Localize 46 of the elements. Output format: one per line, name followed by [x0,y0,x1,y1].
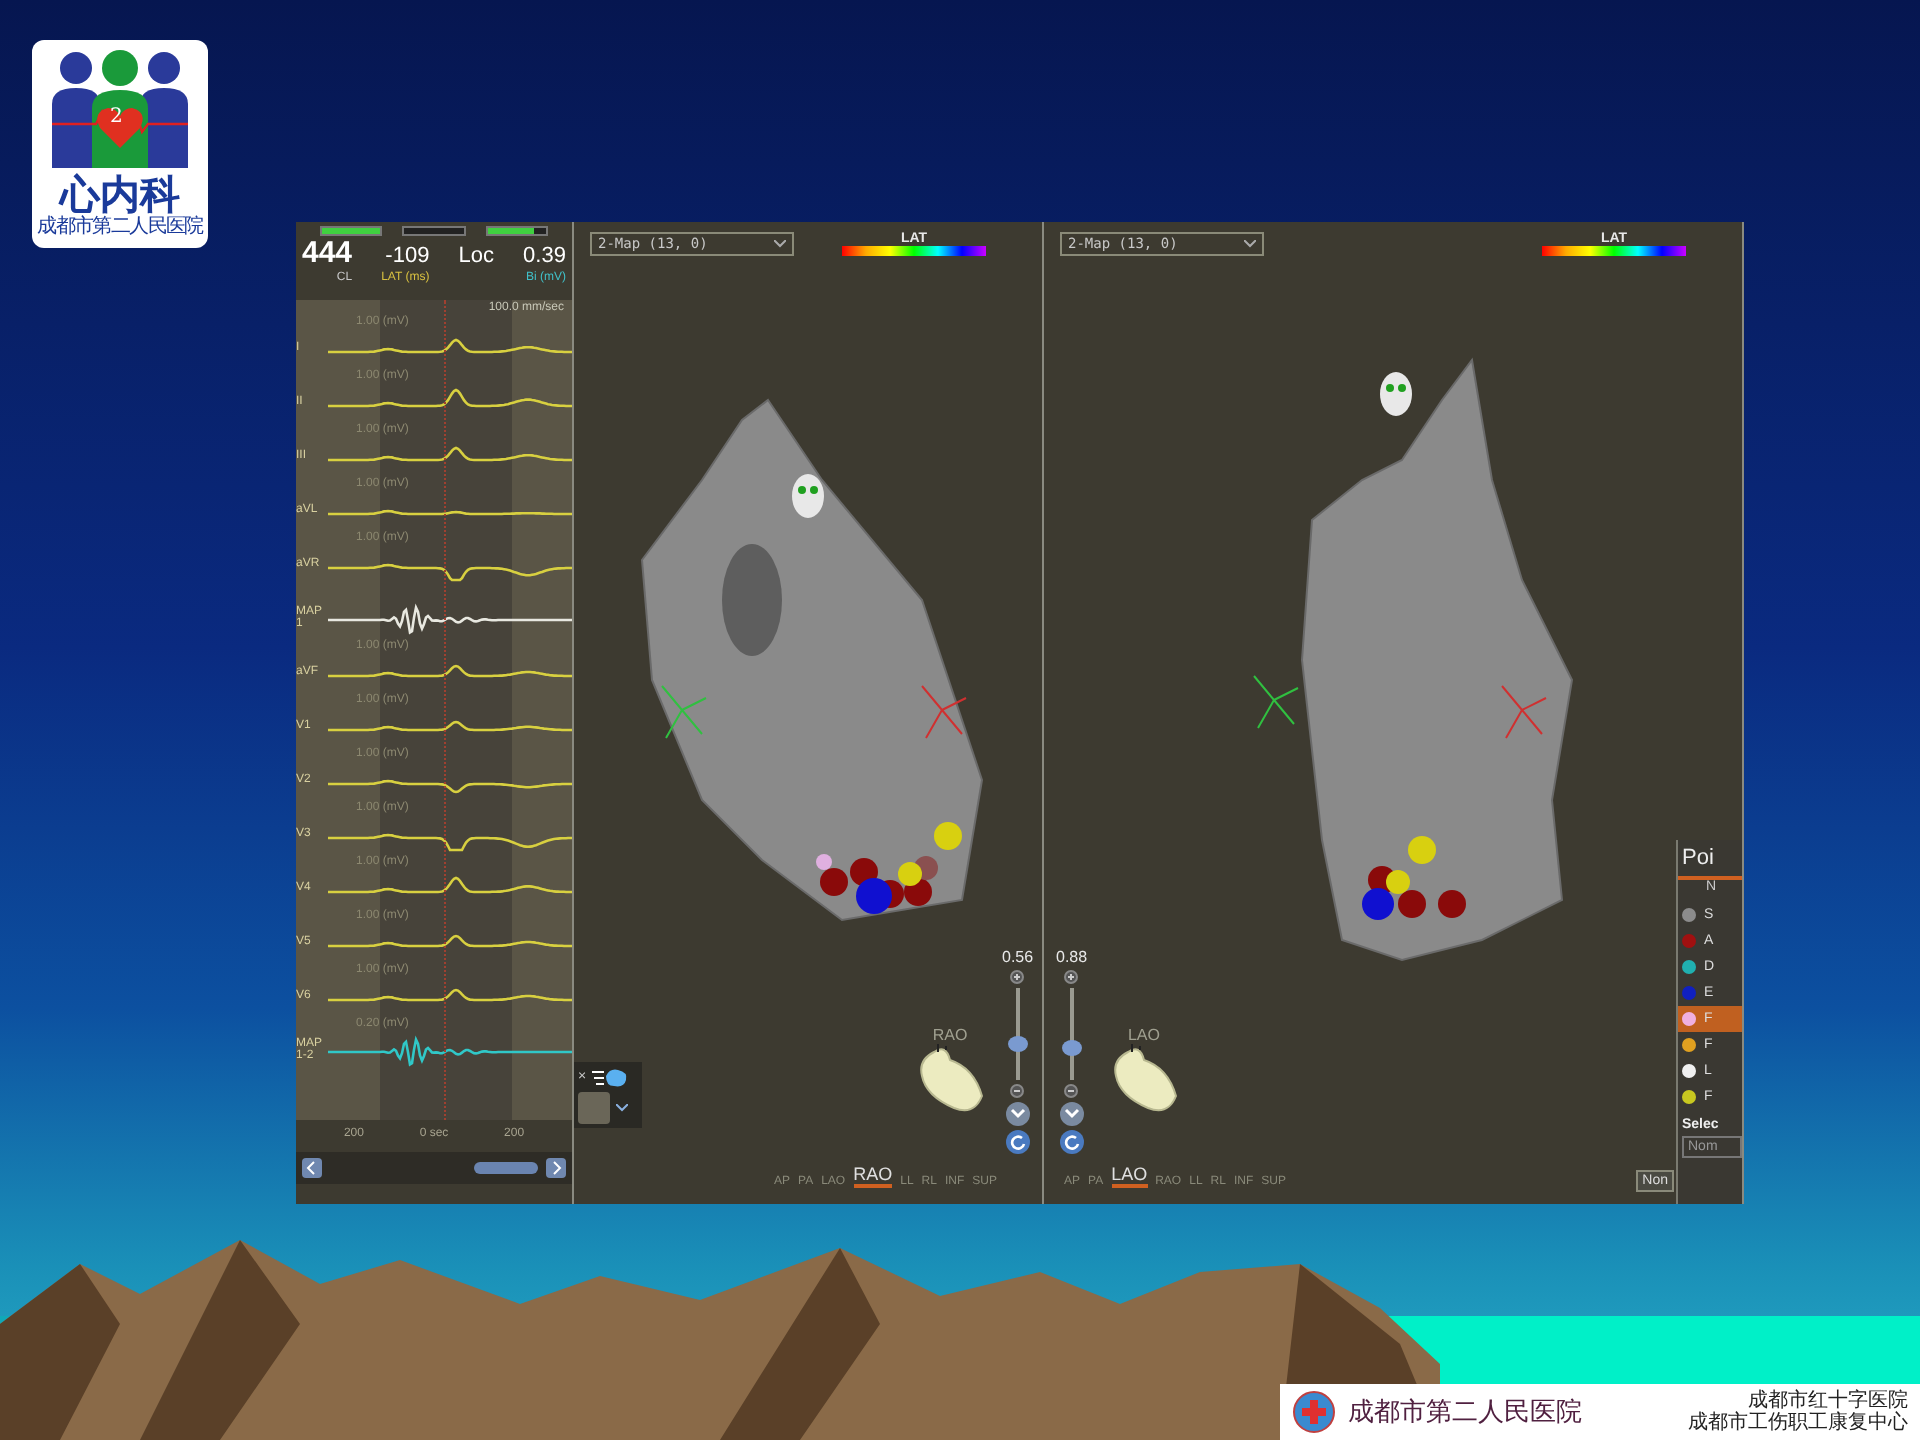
zoom-out-icon [1064,1084,1079,1098]
people-heart-icon [48,48,192,172]
caret-icon [1244,240,1256,248]
color-scale-bar [1542,246,1686,256]
zoom-readout: 0.56 [1002,948,1034,966]
chevron-icon [1009,1108,1026,1120]
view-angle-button[interactable]: RAO [853,1164,893,1188]
zoom-slider-thumb[interactable] [1007,1035,1028,1052]
scroll-right-icon [546,1158,566,1178]
horizontal-scrollbar[interactable] [296,1152,572,1184]
collapse-button[interactable] [1059,1102,1084,1126]
reading-value: 0.39 [523,242,566,270]
zoom-slider-thumb[interactable] [1061,1039,1082,1056]
affiliation-name: 成都市红十字医院 [1748,1390,1908,1412]
reading-value: Loc [458,242,494,270]
orientation-label: LAO [1127,1026,1160,1044]
hospital-emblem-icon [1292,1390,1336,1434]
rotate-button[interactable] [1005,1130,1030,1154]
hospital-name: 成都市第二人民医院 [1348,1396,1582,1430]
logo-badge-number: 2 [110,106,123,128]
logo-subtitle: 成都市第二人民医院 [37,216,203,238]
head-orientation-icon [792,474,824,518]
panel-title: Poi [1678,840,1742,880]
rotate-icon [1009,1134,1026,1150]
head-orientation-icon [1380,372,1412,416]
zoom-in-icon [1010,970,1025,984]
caret-icon [616,1104,628,1112]
view-angle-button[interactable]: LAO [1111,1164,1148,1188]
affiliation-name: 成都市工伤职工康复中心 [1688,1412,1908,1434]
thumbnail-button[interactable] [578,1092,610,1124]
zoom-out-icon [1010,1084,1025,1098]
zoom-in-icon [1064,970,1079,984]
collapse-button[interactable] [1005,1102,1030,1126]
scroll-thumb[interactable] [474,1162,538,1174]
reading-value: 444 [302,236,353,270]
hand-pointer-icon [592,1066,629,1088]
rotate-button[interactable] [1059,1130,1084,1154]
color-scale-bar [842,246,986,256]
chevron-icon [1063,1108,1080,1120]
scroll-left-icon [302,1158,322,1178]
zoom-readout: 0.88 [1056,948,1088,966]
caret-icon [774,240,786,248]
reading-value: -109 [385,242,430,270]
rotate-icon [1063,1134,1080,1150]
logo-title: 心内科 [60,172,180,216]
orientation-label: RAO [932,1026,968,1044]
